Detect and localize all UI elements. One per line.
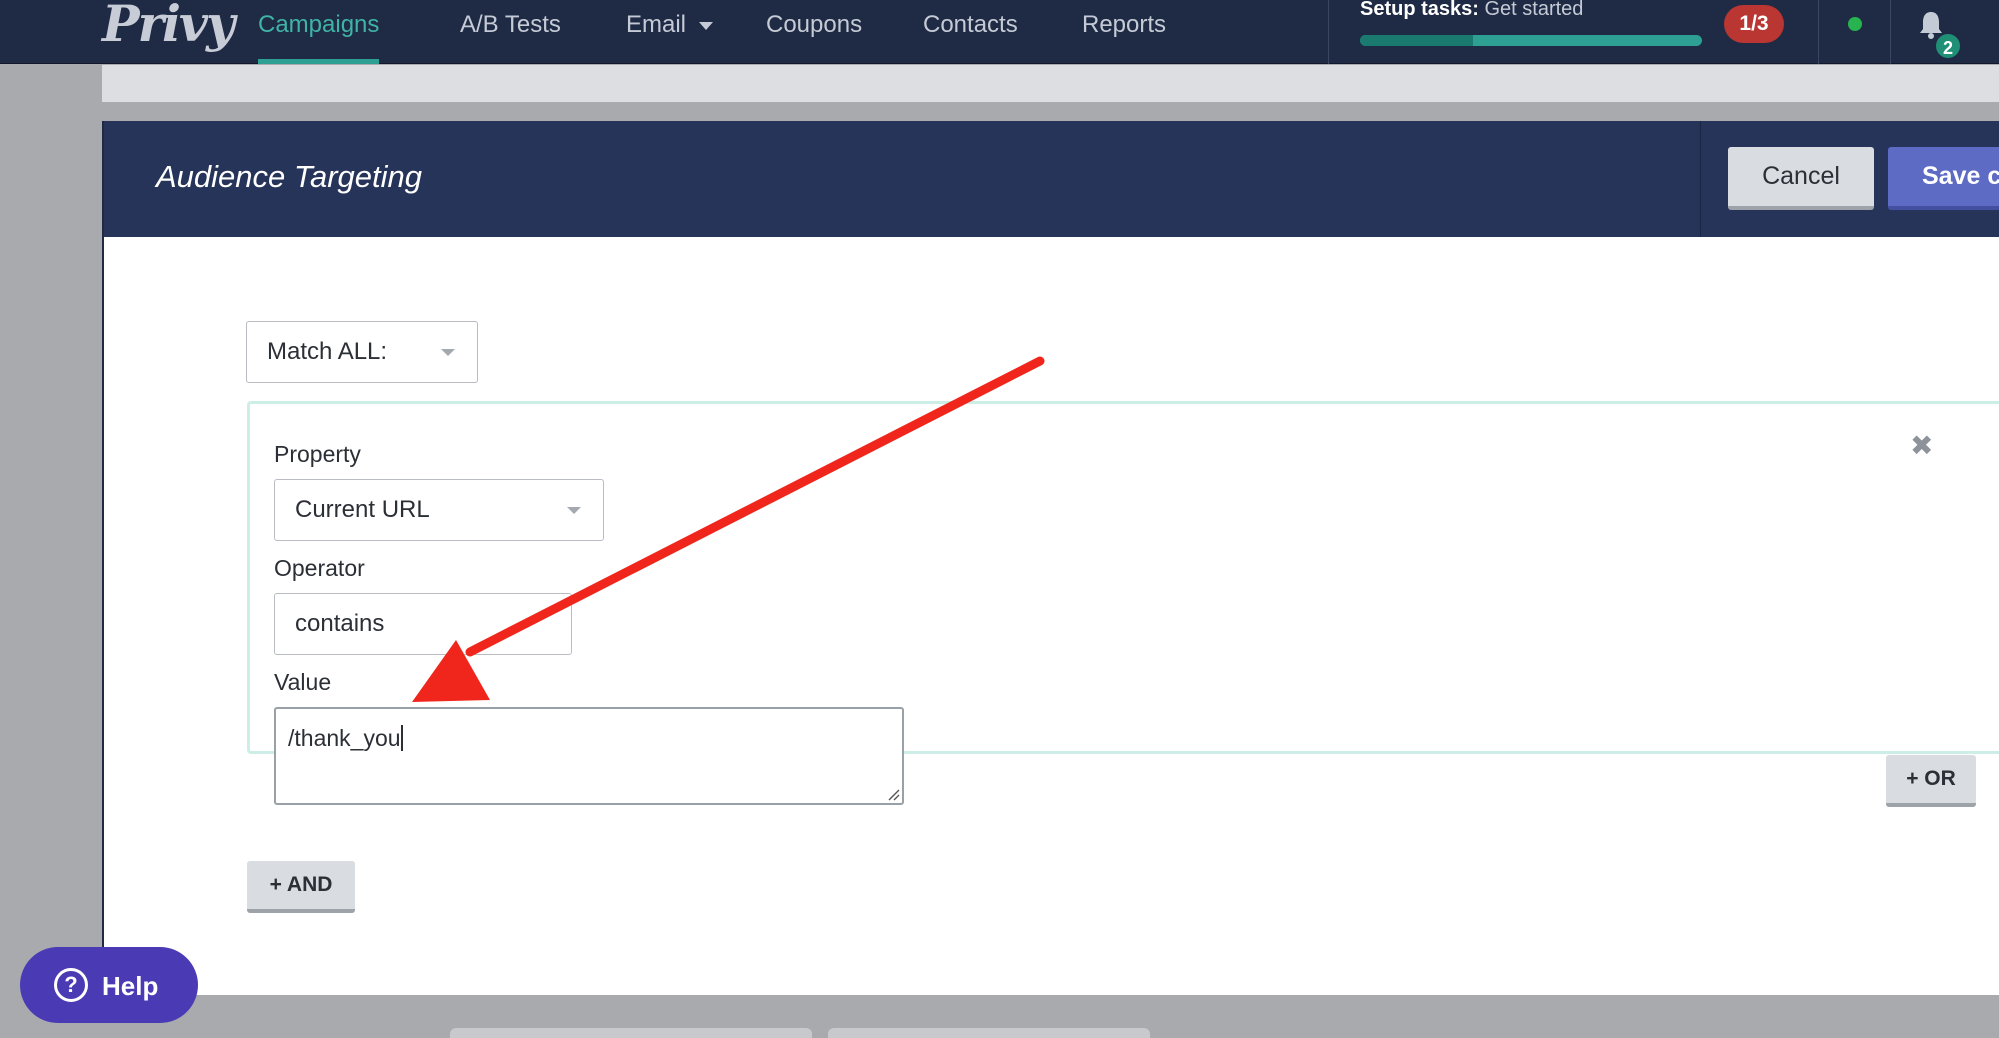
property-label: Property [274,441,361,467]
nav-ab-tests[interactable]: A/B Tests [460,0,561,64]
background-tab [450,1028,812,1038]
nav-email-label: Email [626,11,687,38]
modal-title: Audience Targeting [156,159,422,194]
notification-count-badge: 2 [1934,32,1962,60]
operator-select[interactable]: contains [274,593,572,655]
operator-label: Operator [274,555,365,581]
property-select[interactable]: Current URL [274,479,604,541]
background-toolbar-strip [102,65,1999,102]
setup-progress-fill [1360,35,1473,46]
help-label: Help [102,971,159,1001]
nav-ab-tests-label: A/B Tests [460,11,561,38]
header-divider [1700,121,1701,237]
nav-campaigns-label: Campaigns [258,11,380,38]
nav-coupons-label: Coupons [766,11,863,38]
close-icon[interactable]: ✖ [1910,429,1933,462]
cancel-button[interactable]: Cancel [1728,147,1874,210]
nav-divider [1328,0,1329,64]
value-label: Value [274,669,332,695]
setup-count-badge[interactable]: 1/3 [1724,5,1784,43]
nav-reports-label: Reports [1082,11,1167,38]
background-tab [828,1028,1150,1038]
help-button[interactable]: ? Help [20,947,198,1023]
setup-tasks-status: Get started [1478,0,1584,20]
top-navigation: Privy Campaigns A/B Tests Email Coupons … [0,0,1999,64]
nav-contacts[interactable]: Contacts [923,0,1018,64]
value-text: /thank_you [288,725,401,751]
online-status-icon [1848,17,1862,31]
nav-contacts-label: Contacts [923,11,1018,38]
nav-reports[interactable]: Reports [1082,0,1166,64]
value-textarea[interactable]: /thank_you [274,707,904,805]
setup-tasks-label[interactable]: Setup tasks: Get started [1360,0,1583,21]
match-mode-select[interactable]: Match ALL: [246,321,478,383]
nav-divider [1890,0,1891,64]
audience-targeting-modal: Audience Targeting Cancel Save changes M… [102,121,1999,995]
text-cursor [400,725,403,751]
setup-progress-bar [1360,35,1702,46]
nav-campaigns[interactable]: Campaigns [258,0,380,64]
operator-value: contains [295,610,385,637]
chevron-down-icon [567,507,581,514]
chevron-down-icon [698,21,713,30]
property-value: Current URL [295,496,430,523]
nav-divider [1818,0,1819,64]
active-tab-underline [258,59,380,64]
setup-tasks-title: Setup tasks: [1360,0,1479,20]
match-mode-value: Match ALL: [267,338,388,365]
modal-header: Audience Targeting Cancel Save changes [104,121,1999,237]
save-changes-button[interactable]: Save changes [1888,147,1999,210]
question-mark-icon: ? [54,968,88,1002]
privy-logo[interactable]: Privy [102,0,235,53]
targeting-rule-group [247,401,1999,754]
chevron-down-icon [441,349,455,356]
resize-grip-icon[interactable] [886,787,900,801]
nav-coupons[interactable]: Coupons [766,0,862,64]
nav-email[interactable]: Email [626,0,713,64]
add-and-condition-button[interactable]: + AND [247,861,355,913]
add-or-condition-button[interactable]: + OR [1886,755,1976,807]
